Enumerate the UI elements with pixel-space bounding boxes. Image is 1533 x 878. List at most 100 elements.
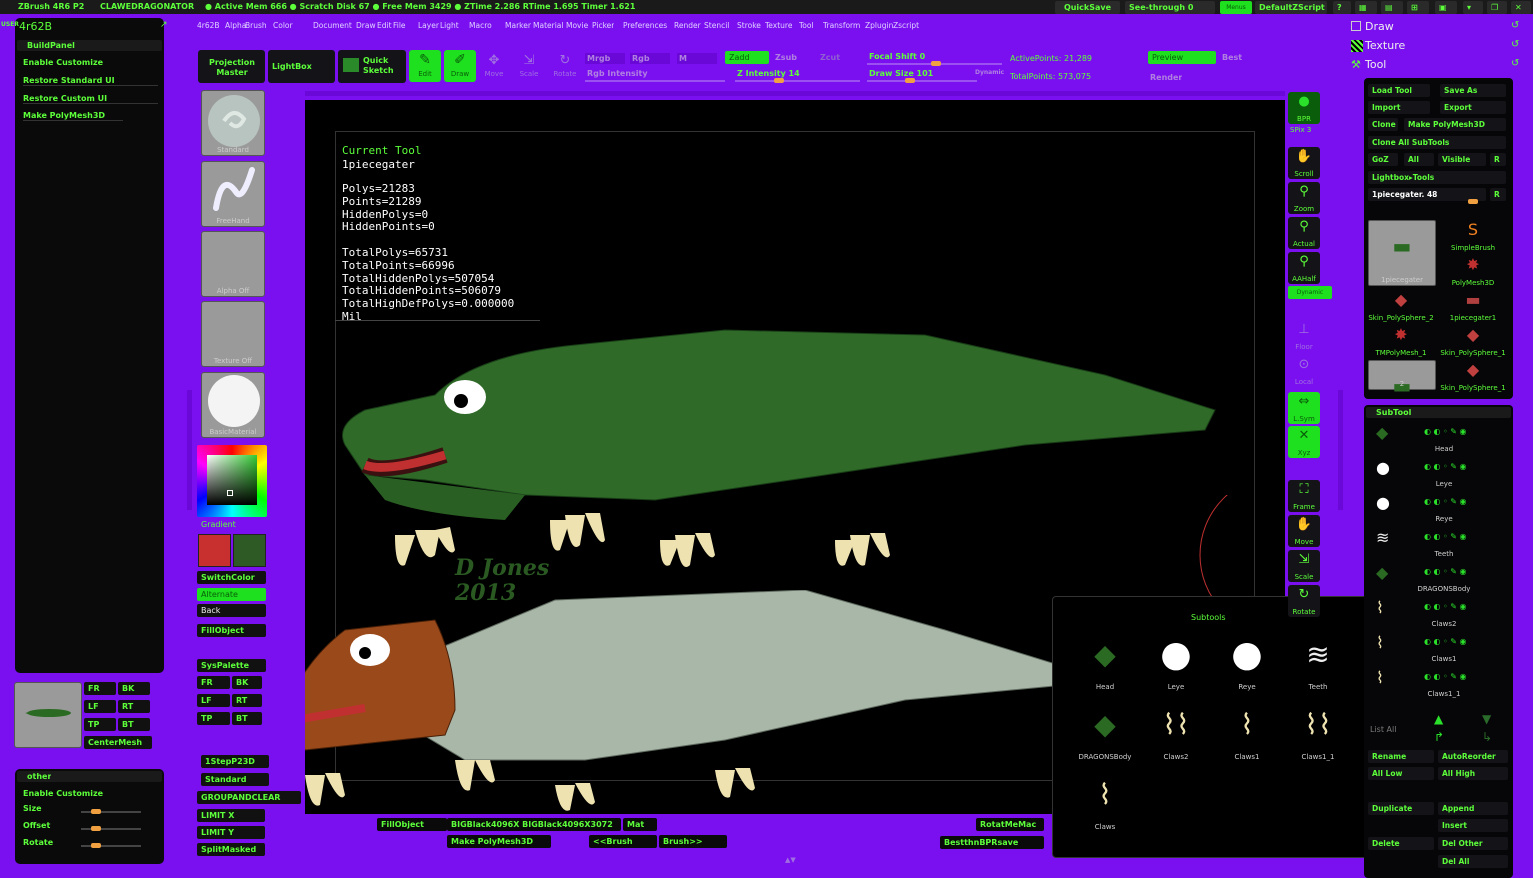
stroke-slot[interactable]: FreeHand	[201, 161, 265, 227]
menu-zscript[interactable]: Zscript	[893, 21, 919, 30]
subtool-claws1-1-icon[interactable]: ⌇	[1376, 668, 1384, 687]
subtool-del-all-button[interactable]: Del All	[1438, 855, 1508, 868]
current-tool-thumb[interactable]	[14, 682, 82, 748]
zadd-button[interactable]: Zadd	[725, 51, 769, 64]
popup-subtool-leye[interactable]: ● Leye	[1146, 633, 1206, 691]
quicksave-button[interactable]: QuickSave	[1055, 1, 1120, 14]
subtool-teeth-icon[interactable]: ≋	[1376, 528, 1389, 547]
scale-button[interactable]: ⇲ Scale	[515, 52, 543, 80]
bottom-bigblack4096x-bigblack4096x3072-button[interactable]: BIGBlack4096X BIGBlack4096X3072	[447, 818, 621, 831]
tool-visible-button[interactable]: Visible	[1438, 153, 1486, 166]
make-polymesh3d[interactable]: Make PolyMesh3D	[23, 111, 123, 121]
restore-icon[interactable]: ❐	[1487, 1, 1507, 14]
bottom-rotatmemac-button[interactable]: RotatMeMac	[976, 818, 1044, 831]
subtool-toggles[interactable]: ◐ ◐ ◦ ✎ ◉	[1424, 637, 1509, 646]
menu-stroke[interactable]: Stroke	[737, 21, 761, 30]
menu-material[interactable]: Material	[533, 21, 563, 30]
focal-shift-slider[interactable]: Focal Shift 0	[869, 52, 925, 61]
help-icon[interactable]: ?	[1333, 1, 1351, 14]
texture-slot[interactable]: Texture Off	[201, 301, 265, 367]
menu-macro[interactable]: Macro	[469, 21, 492, 30]
zcut-button[interactable]: Zcut	[820, 53, 840, 62]
popup-subtool-claws2[interactable]: ⌇⌇ Claws2	[1146, 703, 1206, 761]
best-button[interactable]: Best	[1222, 53, 1242, 62]
subtool-all-low-button[interactable]: All Low	[1368, 767, 1434, 780]
bottom-make-polymesh3d-button[interactable]: Make PolyMesh3D	[447, 835, 551, 848]
tool-thumb-skin-polysphere-1[interactable]: ◆ Skin_PolySphere_1	[1440, 325, 1506, 357]
other-header[interactable]: other	[17, 771, 162, 782]
canvas-scrollbar-right[interactable]	[1338, 390, 1343, 510]
tool-palette-header[interactable]: ⚒ Tool ↺	[1351, 58, 1526, 72]
subtool-duplicate-button[interactable]: Duplicate	[1368, 802, 1434, 815]
tool-thumb-1piecegater[interactable]: ▬ 1piecegater	[1368, 220, 1436, 286]
subtool-toggles[interactable]: ◐ ◐ ◦ ✎ ◉	[1424, 532, 1509, 541]
size-slider[interactable]: Size	[21, 803, 158, 815]
list-all-button[interactable]: List All	[1370, 725, 1396, 734]
shelf-view-bk-button[interactable]: BK	[232, 676, 262, 689]
back-button[interactable]: Back	[197, 604, 266, 617]
shelf-frame-button[interactable]: ⛶ Frame	[1288, 480, 1320, 512]
menu-render[interactable]: Render	[674, 21, 701, 30]
dynamic-toggle[interactable]: Dynamic	[975, 69, 1004, 76]
buildpanel-header[interactable]: BuildPanel	[17, 40, 162, 51]
gradient-label[interactable]: Gradient	[201, 520, 236, 529]
edit-button[interactable]: ✎ Edit	[409, 50, 441, 82]
color-picker[interactable]	[197, 445, 267, 517]
popup-subtool-dragonsbody[interactable]: ◆ DRAGONSBody	[1075, 703, 1135, 761]
bottom-bestthnbprsave-button[interactable]: BestthnBPRsave	[940, 836, 1044, 849]
tool-make-polymesh3d-button[interactable]: Make PolyMesh3D	[1404, 118, 1506, 131]
subtool-all-high-button[interactable]: All High	[1438, 767, 1508, 780]
tool-thumb-polymesh3d[interactable]: ✸ PolyMesh3D	[1440, 255, 1506, 287]
shelf-limit-x-button[interactable]: LIMIT X	[197, 809, 265, 822]
see-through-slider[interactable]: See-through 0	[1125, 1, 1215, 14]
shelf-view-fr-button[interactable]: FR	[197, 676, 230, 689]
shelf-aahalf-button[interactable]: ⚲ AAHalf	[1288, 252, 1320, 284]
layout-icon[interactable]: ▦	[1355, 1, 1377, 14]
expand-icon[interactable]: ↗	[160, 20, 168, 30]
menu-transform[interactable]: Transform	[823, 21, 860, 30]
secondary-color-swatch[interactable]	[233, 534, 266, 567]
subtool-dragonsbody-icon[interactable]: ◆	[1376, 563, 1388, 582]
layout3-icon[interactable]: ⊞	[1407, 1, 1429, 14]
brush-slot[interactable]: Standard	[201, 90, 265, 156]
shelf-view-rt-button[interactable]: RT	[232, 694, 262, 707]
close-icon[interactable]: ✕	[1511, 1, 1531, 14]
alternate-button[interactable]: Alternate	[197, 588, 266, 601]
spix-slider[interactable]: SPix 3	[1290, 126, 1311, 134]
shelf-bpr-button[interactable]: ● BPR	[1288, 92, 1320, 124]
menu-color[interactable]: Color	[273, 21, 293, 30]
draw-button[interactable]: ✐ Draw	[444, 50, 476, 82]
view-bt-button[interactable]: BT	[118, 718, 150, 731]
shelf-limit-y-button[interactable]: LIMIT Y	[197, 826, 265, 839]
bottom-mat-button[interactable]: Mat	[623, 818, 657, 831]
subtool-del-other-button[interactable]: Del Other	[1438, 837, 1508, 850]
tool-refresh-icon[interactable]: ↺	[1511, 58, 1519, 69]
shelf-1stepp23d-button[interactable]: 1StepP23D	[201, 755, 269, 768]
z-intensity-slider[interactable]: Z Intensity 14	[737, 69, 800, 78]
subtool-rename-button[interactable]: Rename	[1368, 750, 1434, 763]
offset-slider[interactable]: Offset	[21, 820, 158, 832]
tool-r-button[interactable]: R	[1490, 153, 1506, 166]
texture-palette-header[interactable]: Texture ↺	[1351, 39, 1526, 53]
popup-subtool-claws1[interactable]: ⌇ Claws1	[1217, 703, 1277, 761]
menu-tool[interactable]: Tool	[799, 21, 814, 30]
shelf-move-button[interactable]: ✋ Move	[1288, 515, 1320, 547]
shelf-view-lf-button[interactable]: LF	[197, 694, 230, 707]
tool-save-as-button[interactable]: Save As	[1440, 84, 1506, 97]
subtool-autoreorder-button[interactable]: AutoReorder	[1438, 750, 1508, 763]
tool-clone-button[interactable]: Clone	[1368, 118, 1398, 131]
subtool-append-button[interactable]: Append	[1438, 802, 1508, 815]
menu-brush[interactable]: Brush	[245, 21, 267, 30]
bottom-brush-button[interactable]: Brush>>	[659, 835, 727, 848]
move-down-icon[interactable]: ▼	[1482, 712, 1491, 726]
tool-goz-button[interactable]: GoZ	[1368, 153, 1398, 166]
subtool-toggles[interactable]: ◐ ◐ ◦ ✎ ◉	[1424, 567, 1509, 576]
shelf-groupandclear-button[interactable]: GROUPANDCLEAR	[197, 791, 301, 804]
arrow-down-icon[interactable]: ↳	[1482, 730, 1492, 744]
tool-all-button[interactable]: All	[1404, 153, 1434, 166]
menu-zplugin[interactable]: Zplugin	[865, 21, 893, 30]
menu-document[interactable]: Document	[313, 21, 352, 30]
draw-size-slider[interactable]: Draw Size 101	[869, 69, 933, 78]
primary-color-swatch[interactable]	[198, 534, 231, 567]
tool-thumb-1piecegater1[interactable]: ▬ 1piecegater1	[1440, 290, 1506, 322]
